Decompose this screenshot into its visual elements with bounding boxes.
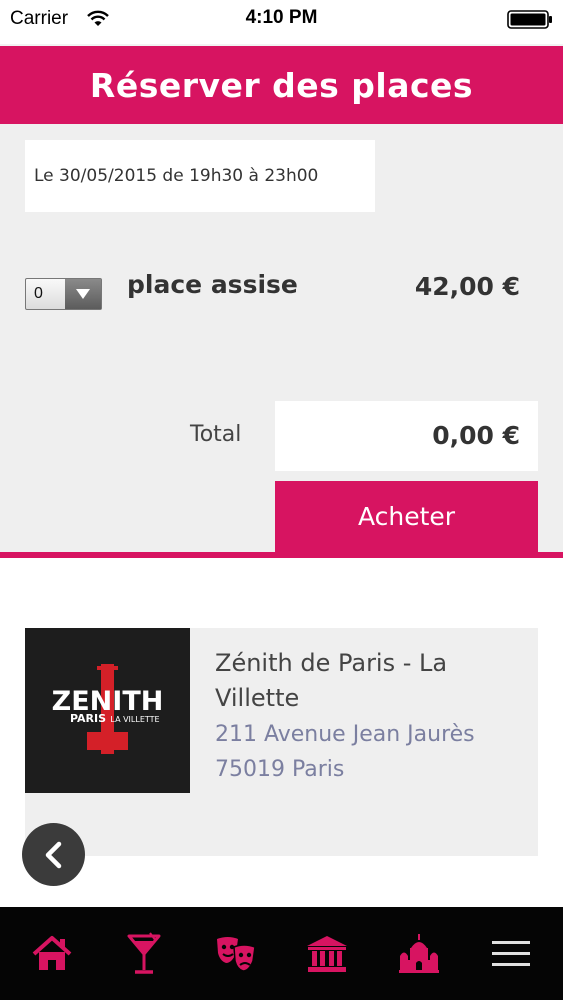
- quantity-value: 0: [34, 285, 43, 302]
- tab-home[interactable]: [22, 924, 82, 984]
- theater-masks-icon: [216, 936, 256, 972]
- venue-address: 211 Avenue Jean Jaurès 75019 Paris: [215, 717, 525, 787]
- page-title: Réserver des places: [89, 66, 474, 105]
- dropdown-arrow-icon: [65, 279, 101, 309]
- venue-logo: ZENITH PARIS LA VILLETTE: [25, 628, 190, 793]
- ticket-price: 42,00 €: [414, 272, 520, 301]
- buy-button[interactable]: Acheter: [275, 481, 538, 552]
- event-date: Le 30/05/2015 de 19h30 à 23h00: [34, 166, 319, 186]
- venue-address-line2: 75019 Paris: [215, 757, 345, 782]
- page-header: Réserver des places: [0, 44, 563, 124]
- menu-icon: [492, 940, 531, 966]
- date-box: Le 30/05/2015 de 19h30 à 23h00: [25, 140, 375, 212]
- section-divider: [0, 552, 563, 558]
- museum-icon: [307, 935, 348, 972]
- back-button[interactable]: [22, 823, 85, 886]
- tab-bar: [0, 907, 563, 1000]
- tab-menu[interactable]: [481, 924, 541, 984]
- total-box: 0,00 €: [275, 401, 538, 471]
- venue-address-line1: 211 Avenue Jean Jaurès: [215, 722, 475, 747]
- booking-panel: Le 30/05/2015 de 19h30 à 23h00 0 place a…: [0, 124, 563, 552]
- tab-monuments[interactable]: [389, 924, 449, 984]
- tab-bars[interactable]: [114, 924, 174, 984]
- logo-text-sub-left: PARIS: [70, 712, 106, 725]
- tab-museums[interactable]: [297, 924, 357, 984]
- zenith-logo-icon: ZENITH PARIS LA VILLETTE: [52, 664, 164, 754]
- monument-icon: [399, 933, 440, 973]
- home-icon: [32, 935, 72, 970]
- cocktail-icon: [127, 931, 161, 974]
- logo-text-sub-right: LA VILLETTE: [110, 715, 159, 724]
- total-label: Total: [190, 422, 242, 447]
- venue-card[interactable]: ZENITH PARIS LA VILLETTE Zénith de Paris…: [25, 628, 538, 856]
- ticket-label: place assise: [127, 270, 298, 299]
- status-time: 4:10 PM: [245, 7, 318, 28]
- venue-name: Zénith de Paris - La Villette: [215, 649, 448, 712]
- total-value: 0,00 €: [432, 421, 520, 450]
- logo-text-main: ZENITH: [52, 686, 164, 717]
- status-bar: Carrier 4:10 PM: [0, 0, 563, 38]
- quantity-select[interactable]: 0: [25, 278, 102, 310]
- tab-shows[interactable]: [206, 924, 266, 984]
- chevron-left-icon: [45, 841, 61, 868]
- battery-icon: [507, 10, 552, 29]
